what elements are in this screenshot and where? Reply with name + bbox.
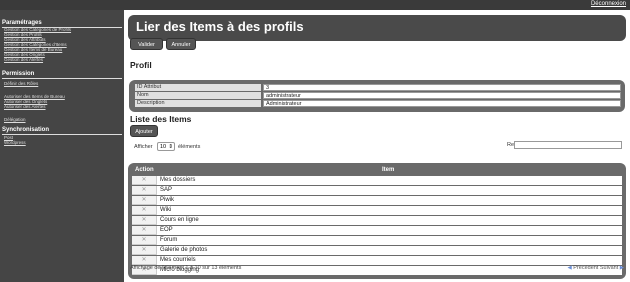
item-cell: Mes courriels [156,256,622,265]
column-header-action[interactable]: Action [135,167,154,173]
table-row: ✕ Forum [132,236,622,245]
remove-icon[interactable]: ✕ [132,186,156,195]
profile-label: ID Attribut [135,84,261,91]
table-header: Action Item [132,167,622,175]
table-row: ✕ EOP [132,226,622,235]
search-input[interactable] [514,141,622,149]
table-row: ✕ Cours en ligne [132,216,622,225]
top-bar: Déconnexion [0,0,630,10]
item-cell: Piwik [156,196,622,205]
table-row: ✕ Piwik [132,196,622,205]
profile-value: 3 [263,84,621,91]
profile-label: Description [135,100,261,107]
sidebar-section-parametrages: Paramétrages [2,20,42,26]
next-button[interactable]: Suivant [600,265,618,271]
sidebar-link[interactable]: Autoriser des Alertes [4,104,46,109]
item-cell: Mes dossiers [156,176,622,185]
cancel-button[interactable]: Annuler [166,38,196,50]
table-row: ✕ SAP [132,186,622,195]
table-row: ✕ Wiki [132,206,622,215]
page-size-value: 10 [160,144,167,150]
prev-button[interactable]: Précédent [573,265,598,271]
chevron-updown-icon: ⇕ [168,144,173,150]
table-row: ✕ Galerie de photos [132,246,622,255]
sidebar-link[interactable]: Gestion des Alertes [4,57,43,62]
profile-row: Nom administrateur [135,92,621,99]
profile-panel: ID Attribut 3 Nom administrateur Descrip… [129,80,625,112]
remove-icon[interactable]: ✕ [132,236,156,245]
sidebar-link[interactable]: Délégation [4,117,26,122]
item-cell: SAP [156,186,622,195]
sidebar: Paramétrages Gestion des Catégories de P… [0,10,124,282]
remove-icon[interactable]: ✕ [132,196,156,205]
table-info: Affichage de l'élément 1 à 10 sur 13 élé… [130,265,242,271]
item-cell: Cours en ligne [156,216,622,225]
profile-value: Administrateur [263,100,621,107]
page-title-bar: Lier des Items à des profils [128,15,626,41]
item-cell: EOP [156,226,622,235]
logout-link[interactable]: Déconnexion [591,1,626,7]
sidebar-section-permission: Permission [2,71,35,77]
remove-icon[interactable]: ✕ [132,216,156,225]
entries-suffix-label: éléments [178,144,201,150]
table-row: ✕ Mes dossiers [132,176,622,185]
pagination: ◀ Précédent Suivant ▶ [568,265,625,271]
sidebar-link[interactable]: Définir des Rôles [4,81,38,86]
sidebar-divider [2,134,122,135]
show-entries-label: Afficher [134,144,153,150]
items-list-heading: Liste des Items [130,114,192,124]
items-table: Action Item ✕ Mes dossiers ✕ SAP ✕ Piwik ✕ W… [128,163,626,279]
next-arrow-icon[interactable]: ▶ [620,265,624,271]
main-content: Lier des Items à des profils Valider Ann… [124,10,630,282]
page-title: Lier des Items à des profils [136,19,304,34]
remove-icon[interactable]: ✕ [132,246,156,255]
profile-heading: Profil [130,60,152,70]
remove-icon[interactable]: ✕ [132,176,156,185]
column-header-item[interactable]: Item [382,167,394,173]
table-row: ✕ Mes courriels [132,256,622,265]
item-cell: Galerie de photos [156,246,622,255]
validate-button[interactable]: Valider [130,38,163,50]
profile-label: Nom [135,92,261,99]
prev-arrow-icon[interactable]: ◀ [568,265,572,271]
page-size-select[interactable]: 10 ⇕ [157,142,175,151]
profile-row: Description Administrateur [135,100,621,107]
remove-icon[interactable]: ✕ [132,256,156,265]
sidebar-section-synchronisation: Synchronisation [2,127,50,133]
profile-row: ID Attribut 3 [135,84,621,91]
sidebar-link[interactable]: Wordpress [4,140,26,145]
item-cell: Forum [156,236,622,245]
item-cell: Wiki [156,206,622,215]
remove-icon[interactable]: ✕ [132,206,156,215]
sidebar-divider [2,78,122,79]
profile-value: administrateur [263,92,621,99]
remove-icon[interactable]: ✕ [132,226,156,235]
add-button[interactable]: Ajouter [130,125,158,137]
